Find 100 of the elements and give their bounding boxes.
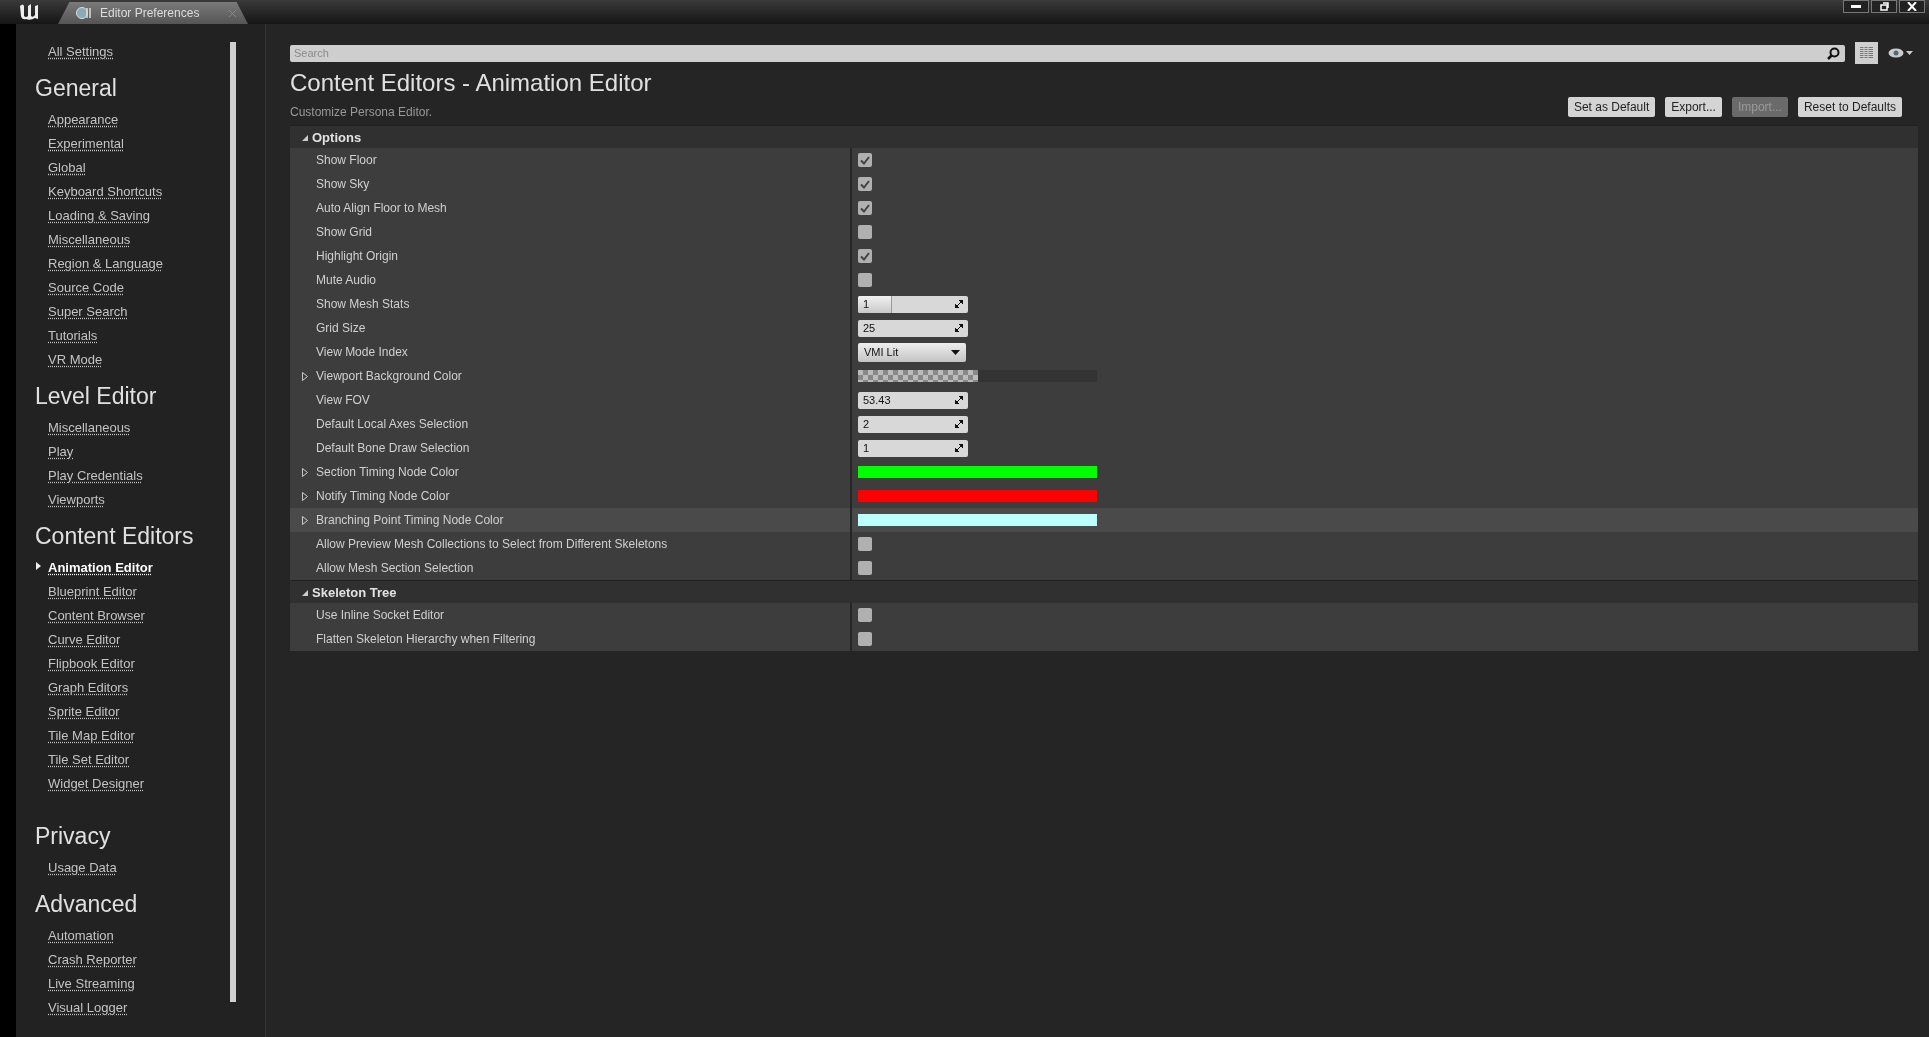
sidebar-link[interactable]: Automation [16,923,231,947]
checkbox[interactable] [858,561,872,575]
close-icon[interactable] [1899,0,1925,13]
property-label: Flatten Skeleton Hierarchy when Filtering [316,632,536,646]
property-label: Highlight Origin [316,249,399,263]
property-label: Allow Mesh Section Selection [316,561,474,575]
sidebar-link[interactable]: VR Mode [16,347,231,371]
sidebar-link[interactable]: Crash Reporter [16,947,231,971]
sidebar-link[interactable]: Global [16,155,231,179]
sidebar-link[interactable]: Play [16,439,231,463]
sidebar-link[interactable]: Widget Designer [16,771,231,795]
number-field[interactable]: 2 [858,415,968,433]
color-swatch[interactable] [858,514,1097,526]
checkbox[interactable] [858,537,872,551]
property-label: Default Local Axes Selection [316,417,469,431]
page-title: Content Editors - Animation Editor [290,69,652,97]
sidebar-link[interactable]: Sprite Editor [16,699,231,723]
section-header[interactable]: Skeleton Tree [290,580,1918,603]
color-swatch[interactable] [858,370,1097,382]
property-label: View Mode Index [316,345,408,359]
restore-icon[interactable] [1871,0,1897,13]
search-icon[interactable] [1827,46,1840,60]
property-label: Allow Preview Mesh Collections to Select from Different Skeletons [316,537,668,551]
sidebar-link[interactable]: Miscellaneous [16,415,231,439]
expand-icon[interactable] [302,491,308,501]
sidebar-link[interactable]: Super Search [16,299,231,323]
sidebar-link[interactable]: Keyboard Shortcuts [16,179,231,203]
sidebar-link[interactable]: Usage Data [16,855,231,879]
number-field[interactable]: 53.43 [858,391,968,409]
sidebar-link[interactable]: All Settings [16,39,231,63]
category-heading: General [34,73,118,103]
sidebar-link[interactable]: Tutorials [16,323,231,347]
toolbar-button[interactable]: Reset to Defaults [1797,97,1902,117]
number-field[interactable]: 1 [858,439,968,457]
sidebar-link[interactable]: Loading & Saving [16,203,231,227]
expand-icon[interactable] [302,515,308,525]
slider-field[interactable]: 1 [858,295,968,313]
eye-icon [1888,48,1904,58]
property-label: Section Timing Node Color [316,465,459,479]
sidebar-link[interactable]: Graph Editors [16,675,231,699]
resize-icon [955,324,963,332]
sidebar-link[interactable]: Visual Logger [16,995,231,1019]
toolbar-button[interactable]: Export... [1665,97,1722,117]
dropdown[interactable]: VMI Lit [858,342,966,362]
sidebar-link[interactable]: Source Code [16,275,231,299]
property-label: Grid Size [316,321,366,335]
sidebar-link[interactable]: Animation Editor [16,555,231,579]
sidebar-link[interactable]: Live Streaming [16,971,231,995]
caret-icon [951,349,960,355]
scrollbar[interactable] [230,42,236,1002]
category-heading: Advanced [34,889,139,919]
grid-icon [1860,47,1873,59]
property-label: Show Sky [316,177,370,191]
expand-icon[interactable] [302,467,308,477]
sidebar-link[interactable]: Miscellaneous [16,227,231,251]
checkbox[interactable] [858,273,872,287]
sidebar-link[interactable]: Appearance [16,107,231,131]
editor-tab[interactable]: Editor Preferences [58,2,248,24]
property-label: Branching Point Timing Node Color [316,513,504,527]
search-field[interactable]: Search [290,44,1845,62]
caret-icon [1906,51,1913,55]
property-label: Notify Timing Node Color [316,489,450,503]
section-header[interactable]: Options [290,125,1918,148]
sidebar-link[interactable]: Flipbook Editor [16,651,231,675]
expand-icon[interactable] [302,371,308,381]
sidebar-link[interactable]: Tile Set Editor [16,747,231,771]
toolbar-button[interactable]: Set as Default [1567,97,1656,117]
property-label: Mute Audio [316,273,377,287]
checkbox[interactable] [858,153,872,167]
category-heading: Content Editors [34,521,195,551]
settings-icon [76,6,92,20]
engine-logo [18,3,40,21]
sidebar-link[interactable]: Region & Language [16,251,231,275]
resize-icon [955,300,963,308]
checkbox[interactable] [858,225,872,239]
sidebar-link[interactable]: Play Credentials [16,463,231,487]
property-label: Show Floor [316,153,377,167]
property-label: Viewport Background Color [316,369,462,383]
color-swatch[interactable] [858,466,1097,478]
sidebar-link[interactable]: Blueprint Editor [16,579,231,603]
checkbox[interactable] [858,201,872,215]
sidebar-link[interactable]: Curve Editor [16,627,231,651]
selection-arrow-icon [36,562,41,570]
resize-icon [955,444,963,452]
category-heading: Level Editor [34,381,158,411]
checkbox[interactable] [858,632,872,646]
table-view-button[interactable] [1855,42,1878,64]
sidebar-link[interactable]: Viewports [16,487,231,511]
resize-icon [955,396,963,404]
sidebar-link[interactable]: Experimental [16,131,231,155]
resize-icon [955,420,963,428]
color-swatch[interactable] [858,490,1097,502]
sidebar-link[interactable]: Content Browser [16,603,231,627]
number-field[interactable]: 25 [858,319,968,337]
checkbox[interactable] [858,177,872,191]
sidebar-link[interactable]: Tile Map Editor [16,723,231,747]
minimize-icon[interactable] [1843,0,1869,13]
checkbox[interactable] [858,608,872,622]
property-label: Default Bone Draw Selection [316,441,470,455]
checkbox[interactable] [858,249,872,263]
